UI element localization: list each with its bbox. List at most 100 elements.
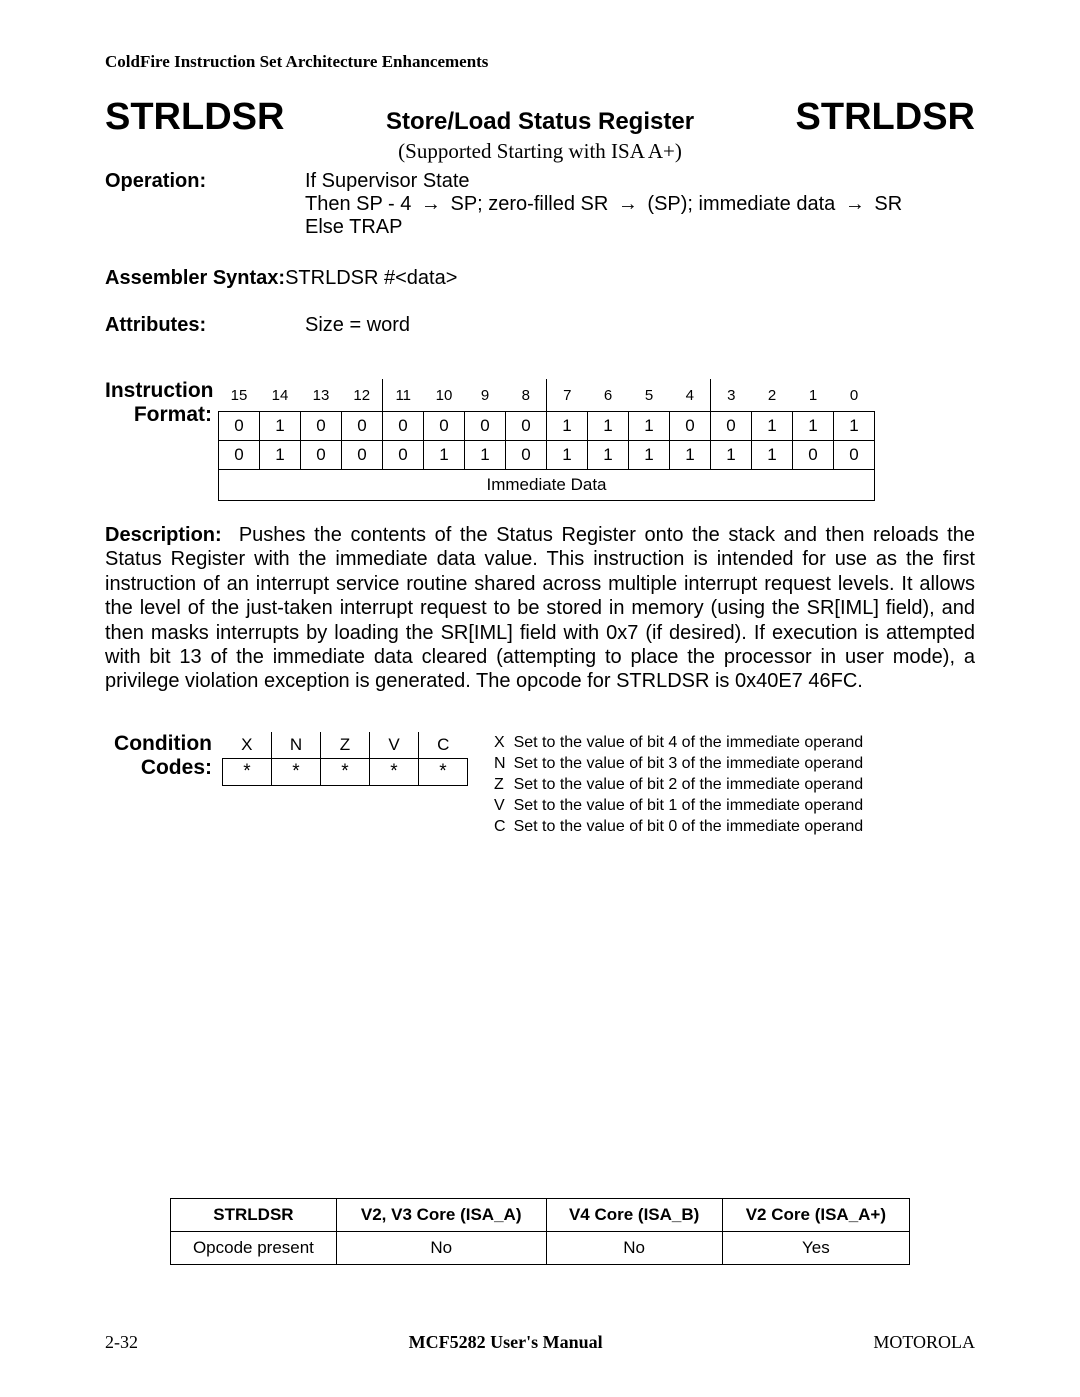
r1-b6: 1	[588, 412, 629, 441]
bit-13: 13	[301, 379, 342, 412]
title-sub: (Supported Starting with ISA A+)	[398, 139, 682, 164]
sup-h-0: STRLDSR	[171, 1199, 337, 1232]
r2-b14: 1	[260, 441, 301, 470]
cc-ex-C-txt: Set to the value of bit 0 of the immedia…	[514, 818, 870, 837]
page-header: ColdFire Instruction Set Architecture En…	[105, 52, 975, 72]
instruction-format-table: 15 14 13 12 11 10 9 8 7 6 5 4 3 2 1 0	[218, 379, 875, 501]
description-paragraph: Description: Pushes the contents of the …	[105, 523, 975, 694]
r2-b11: 0	[383, 441, 424, 470]
bit-14: 14	[260, 379, 301, 412]
condition-codes-explain: XSet to the value of bit 4 of the immedi…	[492, 732, 871, 839]
r1-b13: 0	[301, 412, 342, 441]
bit-15: 15	[219, 379, 260, 412]
condition-codes-table: X N Z V C * * * * *	[222, 732, 468, 786]
r1-b10: 0	[424, 412, 465, 441]
r1-b3: 0	[711, 412, 752, 441]
r1-b7: 1	[547, 412, 588, 441]
cc-v-C: *	[419, 758, 468, 785]
operation-body: If Supervisor State Then SP - 4 → SP; ze…	[305, 170, 975, 239]
r2-b8: 0	[506, 441, 547, 470]
r2-b12: 0	[342, 441, 383, 470]
operation-label: Operation:	[105, 170, 305, 239]
cc-ex-Z-txt: Set to the value of bit 2 of the immedia…	[514, 776, 870, 795]
cc-h-X: X	[223, 732, 272, 759]
fmt-label-2: Format:	[134, 403, 212, 426]
r2-b9: 1	[465, 441, 506, 470]
cc-v-V: *	[370, 758, 419, 785]
immediate-data-row: Immediate Data	[219, 470, 875, 501]
sup-h-3: V2 Core (ISA_A+)	[722, 1199, 909, 1232]
cc-ex-X-txt: Set to the value of bit 4 of the immedia…	[514, 734, 870, 753]
bit-12: 12	[342, 379, 383, 412]
operation-line1: If Supervisor State	[305, 170, 975, 193]
r1-b9: 0	[465, 412, 506, 441]
cc-h-V: V	[370, 732, 419, 759]
operation-line2: Then SP - 4 → SP; zero-filled SR → (SP);…	[305, 193, 975, 216]
arrow-icon: →	[841, 193, 869, 215]
attr-value: Size = word	[305, 314, 975, 337]
bit-3: 3	[711, 379, 752, 412]
r2-b2: 1	[752, 441, 793, 470]
operation-l2a: Then SP - 4	[305, 193, 417, 215]
cc-ex-V-txt: Set to the value of bit 1 of the immedia…	[514, 797, 870, 816]
r1-b12: 0	[342, 412, 383, 441]
fmt-label: Instruction Format:	[105, 379, 218, 427]
title-block: STRLDSR Store/Load Status Register STRLD…	[105, 96, 975, 164]
r2-b5: 1	[629, 441, 670, 470]
cc-v-X: *	[223, 758, 272, 785]
r2-b13: 0	[301, 441, 342, 470]
title-left: STRLDSR	[105, 96, 284, 139]
r2-b3: 1	[711, 441, 752, 470]
bit-8: 8	[506, 379, 547, 412]
operation-l2d: SR	[869, 193, 902, 215]
operation-l2c: (SP); immediate data	[642, 193, 841, 215]
description-label: Description:	[105, 524, 222, 546]
r2-b10: 1	[424, 441, 465, 470]
sup-v-1: No	[546, 1232, 722, 1265]
description-body: Pushes the contents of the Status Regist…	[105, 524, 975, 692]
sup-row-label: Opcode present	[171, 1232, 337, 1265]
cc-h-C: C	[419, 732, 468, 759]
r1-b11: 0	[383, 412, 424, 441]
arrow-icon: →	[417, 193, 445, 215]
bit-6: 6	[588, 379, 629, 412]
bit-10: 10	[424, 379, 465, 412]
page-footer: 2-32 MCF5282 User's Manual MOTOROLA	[105, 1332, 975, 1353]
r1-b2: 1	[752, 412, 793, 441]
arrow-icon: →	[614, 193, 642, 215]
operation-l2b: SP; zero-filled SR	[445, 193, 614, 215]
cc-label-2: Codes:	[141, 756, 212, 779]
r1-b15: 0	[219, 412, 260, 441]
r2-b7: 1	[547, 441, 588, 470]
r2-b4: 1	[670, 441, 711, 470]
operation-line3: Else TRAP	[305, 216, 975, 239]
r2-b1: 0	[793, 441, 834, 470]
cc-label: Condition Codes:	[105, 732, 222, 780]
footer-right: MOTOROLA	[873, 1332, 975, 1353]
cc-ex-C: C	[494, 818, 512, 837]
r1-b5: 1	[629, 412, 670, 441]
cc-v-N: *	[272, 758, 321, 785]
r1-b1: 1	[793, 412, 834, 441]
bit-11: 11	[383, 379, 424, 412]
sup-h-2: V4 Core (ISA_B)	[546, 1199, 722, 1232]
bit-4: 4	[670, 379, 711, 412]
r2-b0: 0	[834, 441, 875, 470]
bit-0: 0	[834, 379, 875, 412]
cc-h-Z: Z	[321, 732, 370, 759]
r1-b8: 0	[506, 412, 547, 441]
cc-ex-N-txt: Set to the value of bit 3 of the immedia…	[514, 755, 870, 774]
title-right: STRLDSR	[796, 96, 975, 139]
r1-b4: 0	[670, 412, 711, 441]
footer-center: MCF5282 User's Manual	[409, 1332, 603, 1353]
sup-v-0: No	[336, 1232, 546, 1265]
asm-value: STRLDSR #<data>	[285, 267, 975, 290]
asm-label: Assembler Syntax:	[105, 267, 285, 290]
footer-left: 2-32	[105, 1332, 138, 1353]
bit-1: 1	[793, 379, 834, 412]
r2-b15: 0	[219, 441, 260, 470]
r1-b0: 1	[834, 412, 875, 441]
cc-ex-N: N	[494, 755, 512, 774]
sup-h-1: V2, V3 Core (ISA_A)	[336, 1199, 546, 1232]
r2-b6: 1	[588, 441, 629, 470]
